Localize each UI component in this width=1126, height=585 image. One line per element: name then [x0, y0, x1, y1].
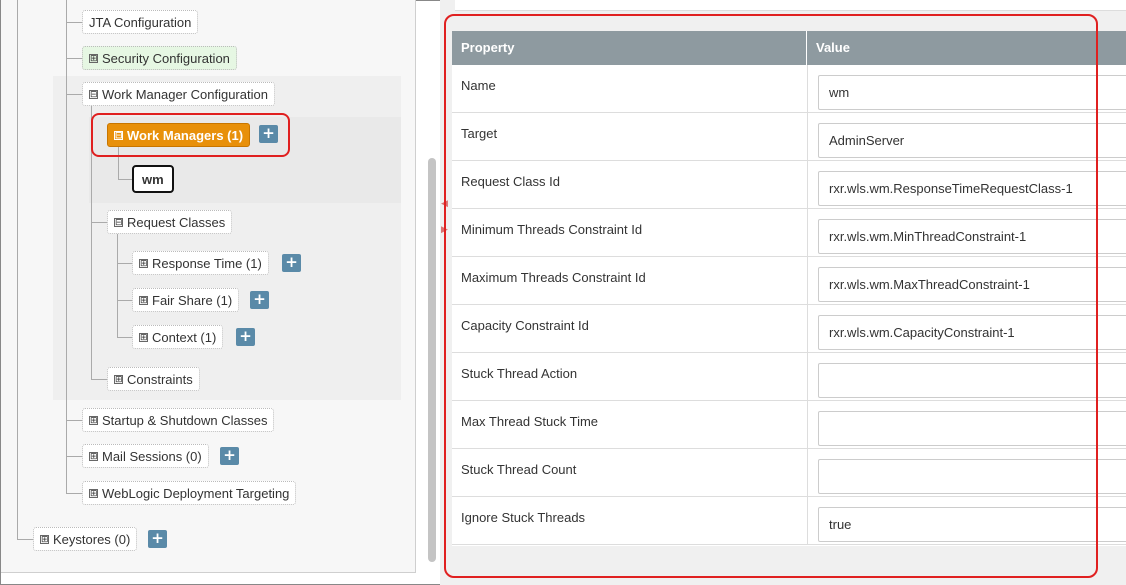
- expand-icon[interactable]: ⊞: [139, 332, 148, 342]
- tree-line: [117, 263, 132, 264]
- tree-line: [66, 94, 82, 95]
- tree-node-label: WebLogic Deployment Targeting: [102, 485, 290, 501]
- tree-node-label: Response Time (1): [152, 255, 262, 271]
- tree-line: [66, 420, 82, 421]
- tree-node-weblogic-deployment-targeting[interactable]: ⊞ WebLogic Deployment Targeting: [82, 481, 297, 505]
- collapse-icon[interactable]: ⊟: [89, 89, 98, 99]
- tree-line: [66, 58, 82, 59]
- tree-line: [117, 300, 132, 301]
- tree-node-label: Work Manager Configuration: [102, 86, 268, 102]
- tree-node-label: Security Configuration: [102, 50, 230, 66]
- tree-node-keystores[interactable]: ⊞ Keystores (0): [33, 527, 138, 551]
- tree-node-label: Constraints: [127, 371, 193, 387]
- collapse-icon[interactable]: ⊟: [114, 217, 123, 227]
- tree-node-label: wm: [142, 171, 164, 187]
- tree-node-constraints[interactable]: ⊞ Constraints: [107, 367, 200, 391]
- expand-icon[interactable]: ⊞: [89, 53, 98, 63]
- expand-icon[interactable]: ⊞: [89, 451, 98, 461]
- tree-node-label: Context (1): [152, 329, 217, 345]
- tree-line: [66, 456, 82, 457]
- tree-node-work-manager-configuration[interactable]: ⊟ Work Manager Configuration: [82, 82, 275, 106]
- expand-icon[interactable]: ⊞: [89, 488, 98, 498]
- tree-node-mail-sessions[interactable]: ⊞ Mail Sessions (0): [82, 444, 209, 468]
- tree-node-security-configuration[interactable]: ⊞ Security Configuration: [82, 46, 237, 70]
- tree-node-label: Mail Sessions (0): [102, 448, 202, 464]
- tree-node-response-time[interactable]: ⊞ Response Time (1): [132, 251, 269, 275]
- tree-line: [91, 379, 107, 380]
- expand-icon[interactable]: ⊞: [139, 258, 148, 268]
- tree-node-label: Keystores (0): [53, 531, 131, 547]
- add-context-button[interactable]: +: [236, 328, 255, 346]
- tree-node-startup-shutdown-classes[interactable]: ⊞ Startup & Shutdown Classes: [82, 408, 275, 432]
- tree-node-fair-share[interactable]: ⊞ Fair Share (1): [132, 288, 240, 312]
- tree-line: [117, 337, 132, 338]
- highlight-work-managers: [91, 113, 290, 157]
- add-fair-share-button[interactable]: +: [250, 291, 269, 309]
- tree-scrollbar[interactable]: [428, 158, 436, 562]
- tree-node-label: JTA Configuration: [89, 14, 192, 30]
- tree-line: [117, 234, 118, 337]
- expand-icon[interactable]: ⊞: [114, 374, 123, 384]
- tree-line: [66, 493, 82, 494]
- tree-line: [17, 539, 33, 540]
- tree-node-jta-configuration[interactable]: JTA Configuration: [82, 10, 199, 34]
- tree-line: [17, 0, 18, 539]
- tree-line: [91, 222, 107, 223]
- highlight-property-table: [444, 14, 1098, 578]
- tree-node-label: Startup & Shutdown Classes: [102, 412, 268, 428]
- add-mail-session-button[interactable]: +: [220, 447, 239, 465]
- add-response-time-button[interactable]: +: [282, 254, 301, 272]
- tree-node-request-classes[interactable]: ⊟ Request Classes: [107, 210, 233, 234]
- tree-line: [118, 179, 132, 180]
- tree-node-context[interactable]: ⊞ Context (1): [132, 325, 224, 349]
- tree-node-label: Fair Share (1): [152, 292, 233, 308]
- expand-icon[interactable]: ⊞: [89, 415, 98, 425]
- expand-icon[interactable]: ⊞: [40, 534, 49, 544]
- tree-node-label: Request Classes: [127, 214, 226, 230]
- top-strip: [455, 0, 1126, 11]
- tree-panel: JTA Configuration ⊞ Security Configurati…: [1, 0, 416, 573]
- expand-icon[interactable]: ⊞: [139, 295, 148, 305]
- tree-node-wm[interactable]: wm: [132, 165, 174, 193]
- tree-line: [66, 22, 82, 23]
- add-keystore-button[interactable]: +: [148, 530, 167, 548]
